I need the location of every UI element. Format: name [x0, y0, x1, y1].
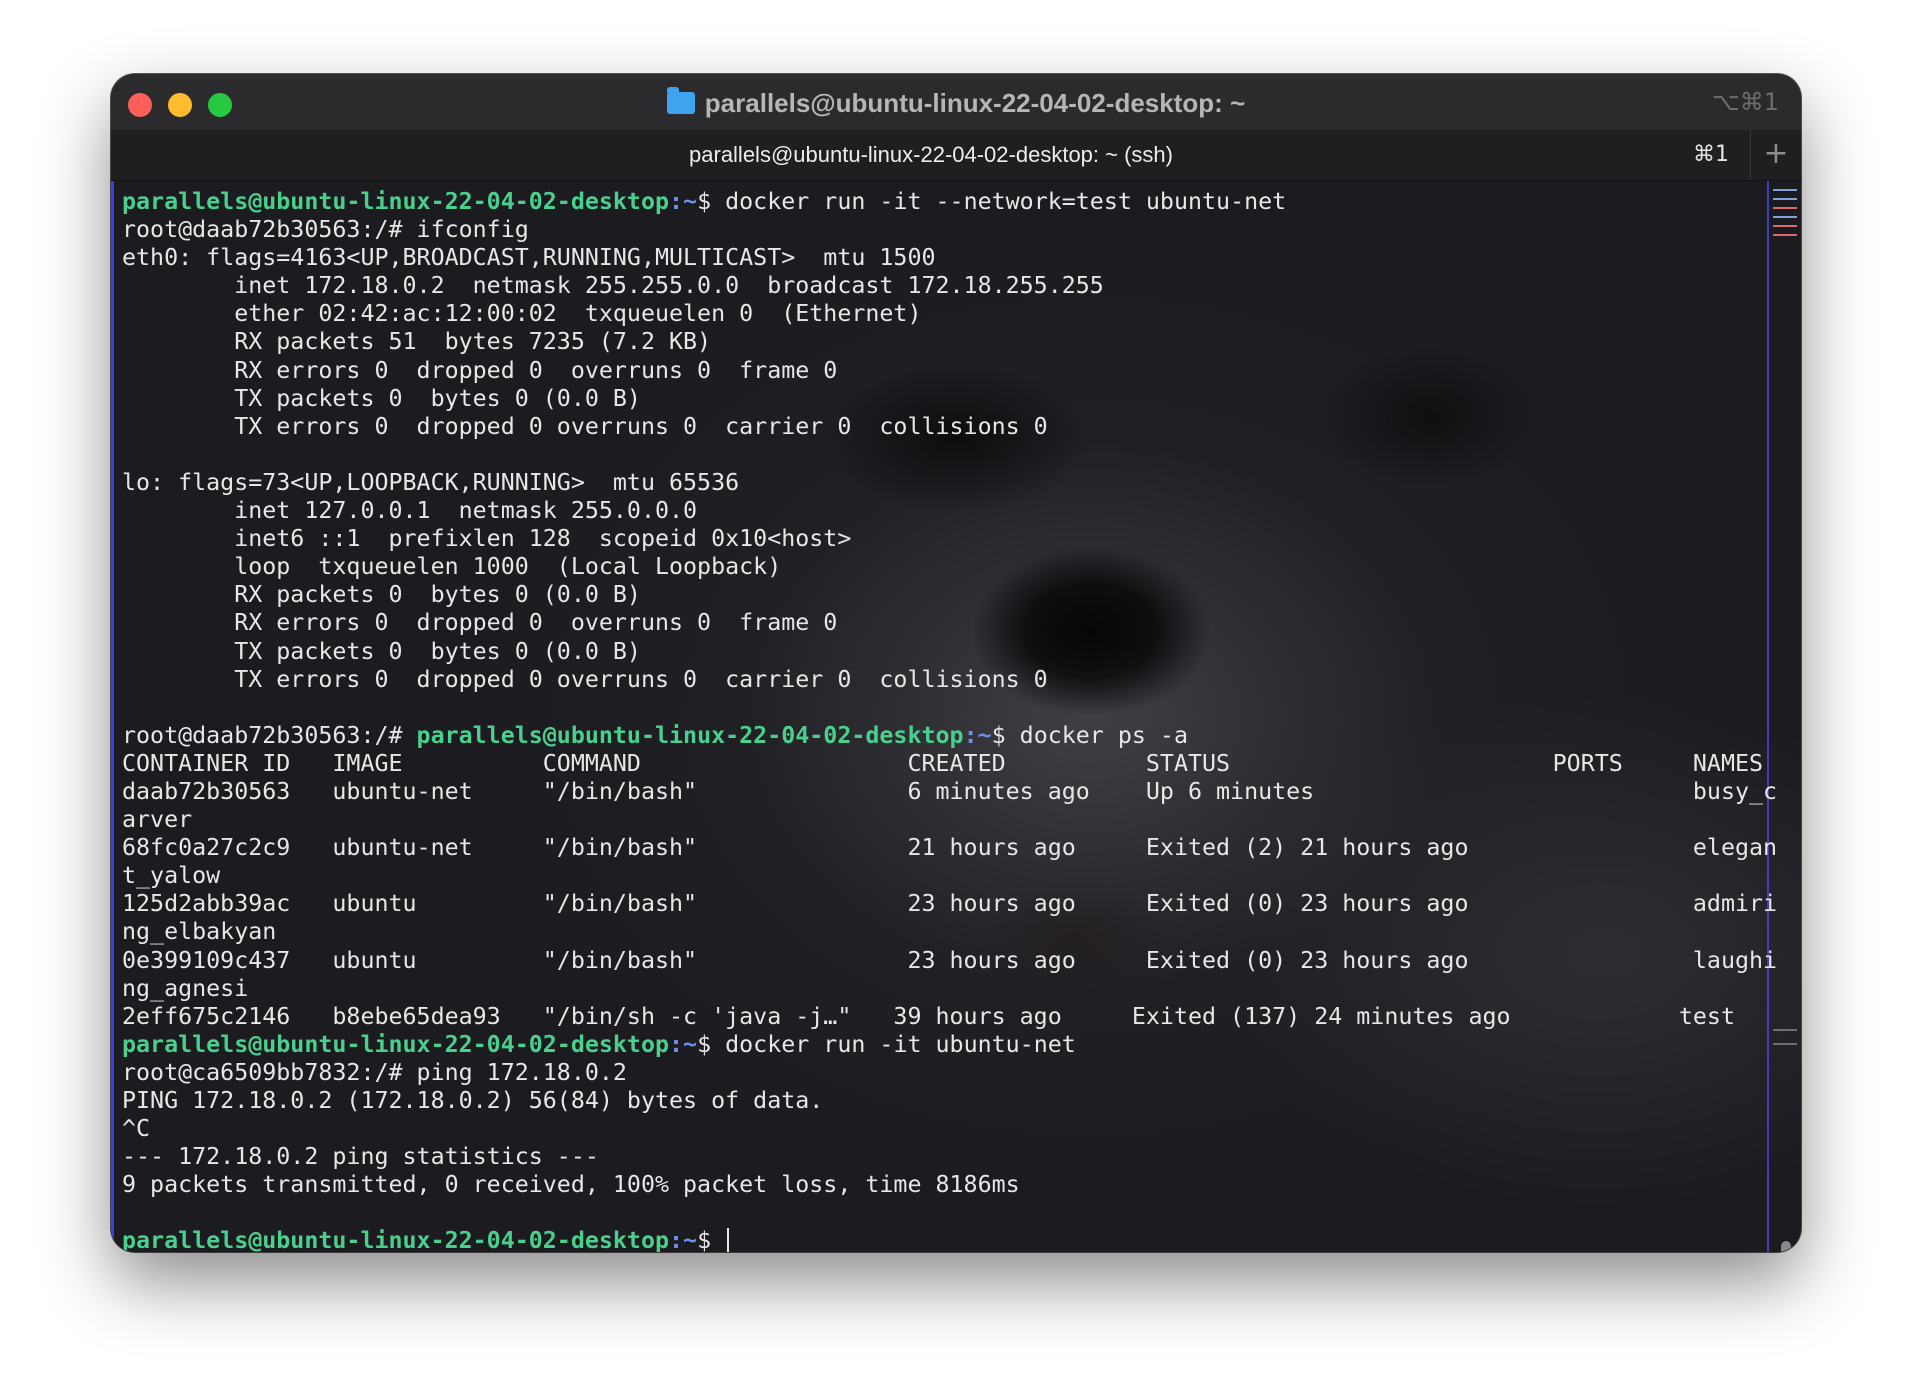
line-text: inet 127.0.0.1 netmask 255.0.0.0: [122, 497, 698, 525]
terminal-line: RX packets 0 bytes 0 (0.0 B): [122, 581, 1777, 609]
line-text: 2eff675c2146 b8ebe65dea93 "/bin/sh -c 'j…: [122, 1002, 1735, 1030]
command-text: $ docker run -it ubuntu-net: [697, 1030, 1076, 1058]
terminal-content[interactable]: parallels@ubuntu-linux-22-04-02-desktop:…: [111, 181, 1801, 1252]
plus-icon[interactable]: +: [1750, 130, 1801, 180]
terminal-line: TX packets 0 bytes 0 (0.0 B): [122, 385, 1777, 413]
line-text: TX packets 0 bytes 0 (0.0 B): [122, 384, 641, 412]
window-shortcut: ⌥⌘1: [1712, 88, 1779, 116]
line-text: CONTAINER ID IMAGE COMMAND CREATED STATU…: [122, 749, 1764, 777]
scrollbar-thumb[interactable]: [1781, 1241, 1791, 1252]
line-text: t_yalow: [122, 862, 221, 890]
terminal-line: TX packets 0 bytes 0 (0.0 B): [122, 638, 1777, 666]
line-text: loop txqueuelen 1000 (Local Loopback): [122, 553, 782, 581]
title-bar[interactable]: parallels@ubuntu-linux-22-04-02-desktop:…: [111, 74, 1801, 130]
line-text: TX errors 0 dropped 0 overruns 0 carrier…: [122, 665, 1048, 693]
prompt-path: :~: [669, 1030, 698, 1058]
prompt-line: parallels@ubuntu-linux-22-04-02-desktop:…: [122, 188, 1777, 216]
terminal-line: --- 172.18.0.2 ping statistics ---: [122, 1143, 1777, 1171]
terminal-line: 0e399109c437 ubuntu "/bin/bash" 23 hours…: [122, 947, 1777, 975]
line-text: arver: [122, 806, 193, 834]
terminal-line: CONTAINER ID IMAGE COMMAND CREATED STATU…: [122, 750, 1777, 778]
terminal-output[interactable]: parallels@ubuntu-linux-22-04-02-desktop:…: [122, 188, 1777, 1252]
line-text: root@ca6509bb7832:/# ping 172.18.0.2: [122, 1058, 627, 1086]
left-accent-bar: [111, 181, 114, 1252]
line-text: 0e399109c437 ubuntu "/bin/bash" 23 hours…: [122, 946, 1778, 974]
terminal-line: RX packets 51 bytes 7235 (7.2 KB): [122, 328, 1777, 356]
terminal-line: 2eff675c2146 b8ebe65dea93 "/bin/sh -c 'j…: [122, 1003, 1777, 1031]
line-text: RX errors 0 dropped 0 overruns 0 frame 0: [122, 356, 838, 384]
prompt-user: parallels@ubuntu-linux-22-04-02-desktop: [122, 188, 670, 215]
terminal-line: root@ca6509bb7832:/# ping 172.18.0.2: [122, 1059, 1777, 1087]
terminal-line: TX errors 0 dropped 0 overruns 0 carrier…: [122, 666, 1777, 694]
line-prefix: root@daab72b30563:/#: [122, 721, 417, 749]
line-text: root@daab72b30563:/# ifconfig: [122, 216, 529, 244]
terminal-line: RX errors 0 dropped 0 overruns 0 frame 0: [122, 357, 1777, 385]
terminal-line: ng_agnesi: [122, 975, 1777, 1003]
line-text: daab72b30563 ubuntu-net "/bin/bash" 6 mi…: [122, 777, 1778, 805]
line-text: 68fc0a27c2c9 ubuntu-net "/bin/bash" 21 h…: [122, 834, 1778, 862]
line-text: RX packets 0 bytes 0 (0.0 B): [122, 581, 641, 609]
line-text: RX errors 0 dropped 0 overruns 0 frame 0: [122, 609, 838, 637]
terminal-line: RX errors 0 dropped 0 overruns 0 frame 0: [122, 609, 1777, 637]
line-text: 9 packets transmitted, 0 received, 100% …: [122, 1171, 1020, 1199]
line-text: inet6 ::1 prefixlen 128 scopeid 0x10<hos…: [122, 525, 852, 553]
tab-label: parallels@ubuntu-linux-22-04-02-desktop:…: [689, 142, 1173, 167]
line-text: 125d2abb39ac ubuntu "/bin/bash" 23 hours…: [122, 890, 1778, 918]
terminal-line: lo: flags=73<UP,LOOPBACK,RUNNING> mtu 65…: [122, 469, 1777, 497]
command-text: $: [697, 1227, 726, 1252]
terminal-line: 9 packets transmitted, 0 received, 100% …: [122, 1171, 1777, 1199]
line-text: ng_elbakyan: [122, 918, 277, 946]
prompt-user: parallels@ubuntu-linux-22-04-02-desktop: [122, 1030, 670, 1058]
terminal-line: ng_elbakyan: [122, 918, 1777, 946]
terminal-line: eth0: flags=4163<UP,BROADCAST,RUNNING,MU…: [122, 244, 1777, 272]
line-text: ^C: [122, 1115, 151, 1143]
terminal-line: ether 02:42:ac:12:00:02 txqueuelen 0 (Et…: [122, 300, 1777, 328]
terminal-line: inet 172.18.0.2 netmask 255.255.0.0 broa…: [122, 272, 1777, 300]
terminal-line: loop txqueuelen 1000 (Local Loopback): [122, 553, 1777, 581]
command-text: $ docker ps -a: [991, 721, 1188, 749]
line-text: lo: flags=73<UP,LOOPBACK,RUNNING> mtu 65…: [122, 468, 740, 496]
terminal-line: TX errors 0 dropped 0 overruns 0 carrier…: [122, 413, 1777, 441]
line-text: TX packets 0 bytes 0 (0.0 B): [122, 637, 641, 665]
line-text: ether 02:42:ac:12:00:02 txqueuelen 0 (Et…: [122, 300, 922, 328]
tab-bar: parallels@ubuntu-linux-22-04-02-desktop:…: [111, 130, 1801, 181]
terminal-window: parallels@ubuntu-linux-22-04-02-desktop:…: [111, 74, 1801, 1252]
line-text: eth0: flags=4163<UP,BROADCAST,RUNNING,MU…: [122, 244, 936, 272]
tab-shortcut: ⌘1: [1693, 142, 1729, 167]
terminal-line: PING 172.18.0.2 (172.18.0.2) 56(84) byte…: [122, 1087, 1777, 1115]
prompt-line: root@daab72b30563:/# parallels@ubuntu-li…: [122, 722, 1777, 750]
prompt-path: :~: [963, 721, 992, 749]
window-title: parallels@ubuntu-linux-22-04-02-desktop:…: [111, 87, 1801, 119]
terminal-line: t_yalow: [122, 862, 1777, 890]
line-text: TX errors 0 dropped 0 overruns 0 carrier…: [122, 412, 1048, 440]
prompt-line: parallels@ubuntu-linux-22-04-02-desktop:…: [122, 1031, 1777, 1059]
folder-icon: [666, 87, 695, 114]
terminal-line: ^C: [122, 1115, 1777, 1143]
tab-ssh[interactable]: parallels@ubuntu-linux-22-04-02-desktop:…: [111, 130, 1751, 180]
line-text: RX packets 51 bytes 7235 (7.2 KB): [122, 328, 712, 356]
terminal-line: 68fc0a27c2c9 ubuntu-net "/bin/bash" 21 h…: [122, 834, 1777, 862]
terminal-line: root@daab72b30563:/# ifconfig: [122, 216, 1777, 244]
terminal-line: arver: [122, 806, 1777, 834]
prompt-path: :~: [669, 1227, 698, 1252]
window-title-text: parallels@ubuntu-linux-22-04-02-desktop:…: [704, 88, 1246, 118]
prompt-user: parallels@ubuntu-linux-22-04-02-desktop: [416, 721, 964, 749]
terminal-line: 125d2abb39ac ubuntu "/bin/bash" 23 hours…: [122, 890, 1777, 918]
line-text: ng_agnesi: [122, 974, 249, 1002]
line-text: --- 172.18.0.2 ping statistics ---: [122, 1143, 599, 1171]
line-text: PING 172.18.0.2 (172.18.0.2) 56(84) byte…: [122, 1087, 824, 1114]
command-text: $ docker run -it --network=test ubuntu-n…: [697, 188, 1287, 215]
prompt-user: parallels@ubuntu-linux-22-04-02-desktop: [122, 1227, 670, 1252]
text-cursor: [727, 1228, 730, 1252]
prompt-path: :~: [669, 188, 698, 215]
terminal-line: inet 127.0.0.1 netmask 255.0.0.0: [122, 497, 1777, 525]
prompt-line: parallels@ubuntu-linux-22-04-02-desktop:…: [122, 1227, 1777, 1252]
terminal-line: daab72b30563 ubuntu-net "/bin/bash" 6 mi…: [122, 778, 1777, 806]
line-text: inet 172.18.0.2 netmask 255.255.0.0 broa…: [122, 272, 1104, 300]
terminal-line: inet6 ::1 prefixlen 128 scopeid 0x10<hos…: [122, 525, 1777, 553]
